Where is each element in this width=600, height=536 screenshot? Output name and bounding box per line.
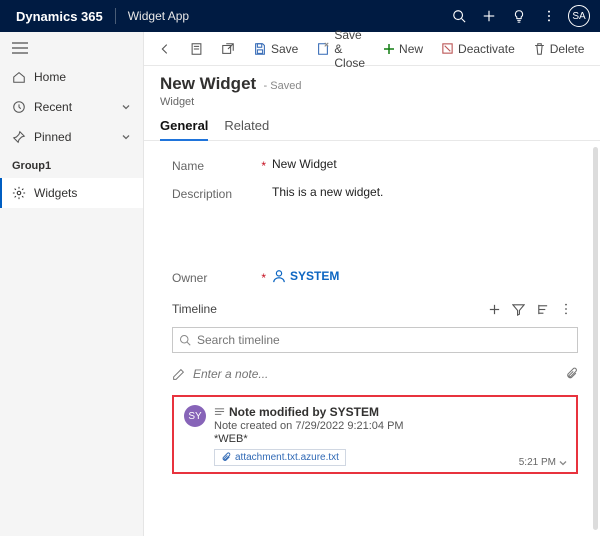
- deactivate-button[interactable]: Deactivate: [433, 35, 523, 63]
- lightbulb-icon[interactable]: [504, 0, 534, 32]
- main: Save Save & Close New Deactivate Delete: [144, 32, 600, 536]
- timeline-search-input[interactable]: [197, 333, 571, 347]
- search-icon: [179, 334, 191, 346]
- timeline-filter-icon[interactable]: [506, 297, 530, 321]
- timeline-note-entry[interactable]: [172, 361, 578, 387]
- chevron-down-icon[interactable]: [558, 458, 568, 468]
- attach-icon: [221, 452, 231, 463]
- timeline-add-icon[interactable]: [482, 297, 506, 321]
- field-value-name[interactable]: New Widget: [272, 157, 578, 171]
- open-new-window-icon[interactable]: [213, 35, 243, 63]
- save-state: - Saved: [264, 80, 302, 92]
- save-close-button[interactable]: Save & Close: [308, 35, 373, 63]
- note-type-icon: [214, 407, 225, 418]
- hamburger-icon[interactable]: [0, 34, 143, 62]
- pencil-icon: [172, 368, 185, 381]
- page-title: New Widget: [160, 74, 256, 93]
- gear-icon: [12, 186, 26, 200]
- user-avatar[interactable]: SA: [568, 5, 590, 27]
- sidebar-label: Pinned: [34, 130, 71, 144]
- sidebar-item-recent[interactable]: Recent: [0, 92, 143, 122]
- form-selector-icon[interactable]: [182, 35, 211, 63]
- tab-general[interactable]: General: [160, 118, 208, 141]
- timeline-sort-icon[interactable]: [530, 297, 554, 321]
- scrollbar[interactable]: [593, 147, 598, 530]
- sidebar-label: Recent: [34, 100, 72, 114]
- record-header: New Widget - Saved Widget: [144, 66, 600, 108]
- timeline-note-card[interactable]: SY Note modified by SYSTEM Note created …: [172, 395, 578, 474]
- clock-icon: [12, 100, 26, 114]
- attachment-chip[interactable]: attachment.txt.azure.txt: [214, 449, 346, 466]
- more-commands-icon[interactable]: [594, 35, 600, 63]
- timeline-more-icon[interactable]: [554, 297, 578, 321]
- command-bar: Save Save & Close New Deactivate Delete: [144, 32, 600, 66]
- note-created: Note created on 7/29/2022 9:21:04 PM: [214, 420, 566, 432]
- sidebar-label: Widgets: [34, 186, 77, 200]
- field-label-description: Description: [172, 185, 272, 201]
- entity-name: Widget: [160, 96, 584, 108]
- tab-related[interactable]: Related: [224, 118, 269, 140]
- chevron-down-icon: [121, 102, 131, 112]
- search-icon[interactable]: [444, 0, 474, 32]
- back-button[interactable]: [150, 35, 180, 63]
- save-button[interactable]: Save: [245, 35, 306, 63]
- divider: [115, 8, 116, 24]
- save-icon: [253, 42, 267, 56]
- global-header: Dynamics 365 Widget App SA: [0, 0, 600, 32]
- pin-icon: [12, 130, 26, 144]
- sidebar-item-widgets[interactable]: Widgets: [0, 178, 143, 208]
- person-icon: [272, 269, 286, 283]
- sidebar-item-pinned[interactable]: Pinned: [0, 122, 143, 152]
- timeline-note-input[interactable]: [193, 367, 557, 381]
- tabs: General Related: [144, 108, 600, 141]
- sidebar-label: Home: [34, 70, 66, 84]
- chevron-down-icon: [121, 132, 131, 142]
- timeline-header: Timeline: [172, 297, 578, 321]
- app-name[interactable]: Widget App: [118, 9, 199, 23]
- save-close-icon: [316, 42, 330, 56]
- field-label-name: Name*: [172, 157, 272, 173]
- more-vertical-icon[interactable]: [534, 0, 564, 32]
- sidebar: Home Recent Pinned Group1 Widgets: [0, 32, 144, 536]
- plus-icon: [383, 43, 395, 55]
- new-button[interactable]: New: [375, 35, 431, 63]
- note-body-text: *WEB*: [214, 433, 566, 445]
- field-label-owner: Owner*: [172, 269, 272, 285]
- field-value-description[interactable]: This is a new widget.: [272, 185, 578, 257]
- field-value-owner[interactable]: SYSTEM: [272, 269, 578, 283]
- note-title: Note modified by SYSTEM: [229, 405, 379, 419]
- trash-icon: [533, 42, 546, 56]
- add-icon[interactable]: [474, 0, 504, 32]
- timeline-search[interactable]: [172, 327, 578, 353]
- timeline-label: Timeline: [172, 302, 217, 316]
- note-time: 5:21 PM: [519, 457, 568, 468]
- note-avatar: SY: [184, 405, 206, 427]
- sidebar-group: Group1: [0, 152, 143, 178]
- deactivate-icon: [441, 42, 454, 55]
- form-content: Name* New Widget Description This is a n…: [144, 141, 588, 536]
- home-icon: [12, 70, 26, 84]
- delete-button[interactable]: Delete: [525, 35, 593, 63]
- sidebar-item-home[interactable]: Home: [0, 62, 143, 92]
- brand[interactable]: Dynamics 365: [6, 9, 113, 24]
- attach-icon[interactable]: [565, 367, 578, 381]
